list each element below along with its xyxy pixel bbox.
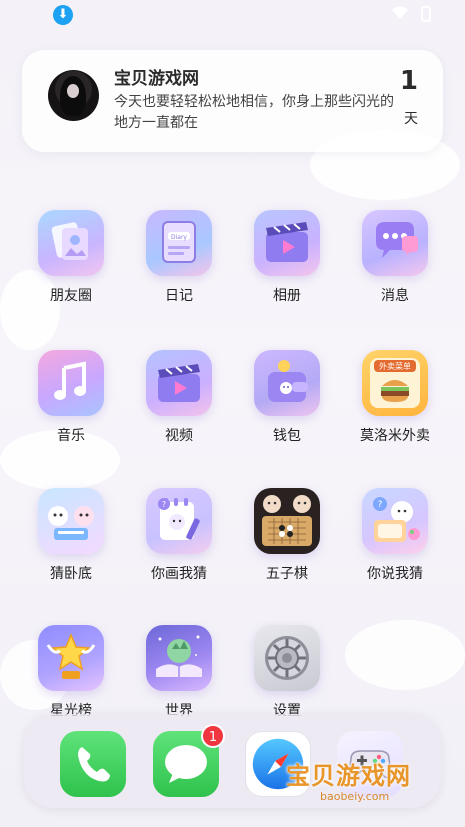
album-icon <box>254 210 320 276</box>
food-delivery-icon: 外卖菜单 <box>362 350 428 416</box>
food-menu-text: 外卖菜单 <box>379 361 411 371</box>
app-label: 你说我猜 <box>367 566 423 582</box>
greeting-widget[interactable]: 宝贝游戏网 今天也要轻轻松松地相信，你身上那些闪光的地方一直都在 1 天 <box>22 50 443 152</box>
app-undercover[interactable]: 猜卧底 <box>26 488 116 583</box>
app-label: 消息 <box>381 288 409 304</box>
download-icon[interactable]: ⬇ <box>53 5 73 25</box>
messages-badge: 1 <box>201 724 225 748</box>
undercover-game-icon <box>38 488 104 554</box>
app-world[interactable]: 世界 <box>134 625 224 720</box>
app-label: 日记 <box>165 288 193 304</box>
day-count: 1 <box>399 66 418 96</box>
svg-text:?: ? <box>162 500 166 509</box>
star-ranking-icon <box>38 625 104 691</box>
app-diary[interactable]: Diary 日记 <box>134 210 224 305</box>
gomoku-icon <box>254 488 320 554</box>
diary-icon: Diary <box>146 210 212 276</box>
widget-title: 宝贝游戏网 <box>114 69 199 89</box>
app-star-ranking[interactable]: 星光榜 <box>26 625 116 720</box>
app-message[interactable]: 消息 <box>350 210 440 305</box>
app-label: 音乐 <box>57 428 85 444</box>
avatar[interactable] <box>48 70 99 121</box>
settings-gear-icon <box>254 625 320 691</box>
phone-icon[interactable] <box>60 731 126 797</box>
moments-icon <box>38 210 104 276</box>
battery-icon <box>421 6 431 22</box>
app-wallet[interactable]: 钱包 <box>242 350 332 445</box>
cloud-decoration <box>345 620 465 690</box>
video-icon <box>146 350 212 416</box>
app-draw-guess[interactable]: ? 你画我猜 <box>134 488 224 583</box>
svg-text:?: ? <box>378 500 383 510</box>
app-label: 猜卧底 <box>50 566 92 582</box>
app-settings[interactable]: 设置 <box>242 625 332 720</box>
day-unit: 天 <box>404 111 418 127</box>
music-icon <box>38 350 104 416</box>
watermark-url: baobeiy.com <box>320 790 390 803</box>
app-album[interactable]: 相册 <box>242 210 332 305</box>
say-guess-icon: ? <box>362 488 428 554</box>
message-icon <box>362 210 428 276</box>
world-icon <box>146 625 212 691</box>
app-label: 朋友圈 <box>50 288 92 304</box>
app-label: 莫洛米外卖 <box>360 428 430 444</box>
widget-message: 今天也要轻轻松松地相信，你身上那些闪光的地方一直都在 <box>114 94 394 131</box>
app-label: 相册 <box>273 288 301 304</box>
app-video[interactable]: 视频 <box>134 350 224 445</box>
draw-guess-icon: ? <box>146 488 212 554</box>
app-food-delivery[interactable]: 外卖菜单 莫洛米外卖 <box>350 350 440 445</box>
svg-text:Diary: Diary <box>171 234 187 241</box>
app-moments[interactable]: 朋友圈 <box>26 210 116 305</box>
watermark-title: 宝贝游戏网 <box>286 762 411 790</box>
app-label: 你画我猜 <box>151 566 207 582</box>
app-label: 钱包 <box>273 428 301 444</box>
status-bar: ⬇ <box>0 0 465 30</box>
app-say-guess[interactable]: ? 你说我猜 <box>350 488 440 583</box>
wifi-icon <box>392 6 408 19</box>
app-music[interactable]: 音乐 <box>26 350 116 445</box>
app-gomoku[interactable]: 五子棋 <box>242 488 332 583</box>
app-label: 视频 <box>165 428 193 444</box>
wallet-icon <box>254 350 320 416</box>
app-label: 五子棋 <box>266 566 308 582</box>
